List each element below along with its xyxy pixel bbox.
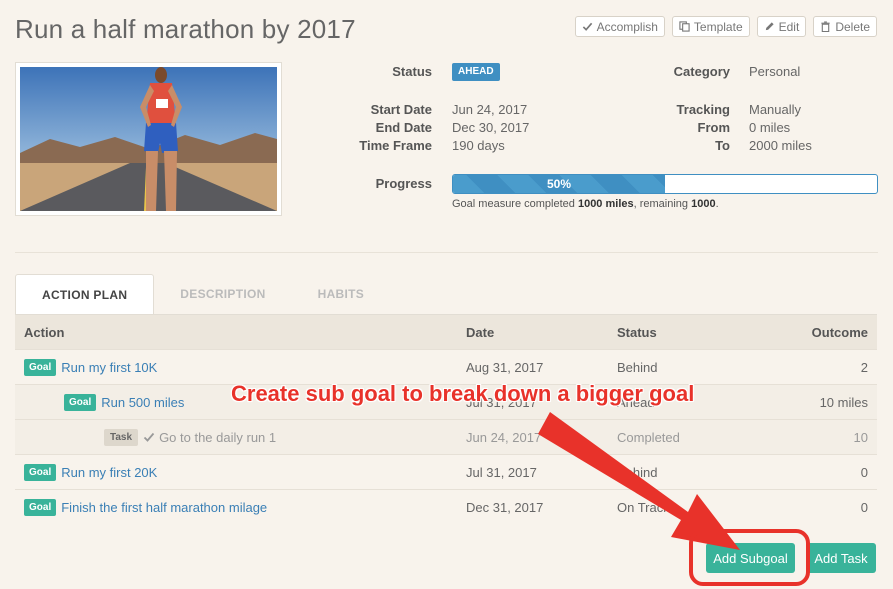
task-tag: Task	[104, 428, 139, 446]
accomplish-label: Accomplish	[596, 19, 658, 34]
goal-tag: Goal	[24, 463, 57, 481]
tab-habits[interactable]: HABITS	[292, 274, 390, 314]
progress-completed: 1000 miles	[577, 198, 634, 210]
table-row: Goal Run my first 20K Jul 31, 2017 Behin…	[15, 454, 877, 489]
to-value: 2000 miles	[749, 138, 812, 153]
goal-photo	[15, 62, 282, 216]
table-row: Goal Run my first 10K Aug 31, 2017 Behin…	[15, 349, 877, 384]
row-outcome: 10	[853, 429, 868, 445]
row-date: Dec 31, 2017	[466, 499, 544, 515]
tab-description[interactable]: DESCRIPTION	[154, 274, 291, 314]
action-plan-table: Action Date Status Outcome Goal Run my f…	[15, 314, 877, 524]
template-button[interactable]: Template	[671, 16, 750, 37]
category-label: Category	[673, 64, 730, 79]
runner-on-road-image	[20, 67, 277, 211]
progress-fill: 50%	[453, 175, 665, 193]
row-outcome: 0	[860, 499, 868, 515]
header-date[interactable]: Date	[466, 325, 617, 340]
row-date: Jul 31, 2017	[466, 464, 537, 480]
accomplish-button[interactable]: Accomplish	[574, 16, 665, 37]
goal-toolbar: Accomplish Template Edit Delete	[574, 16, 877, 37]
end-date-label: End Date	[375, 120, 432, 135]
table-row: Goal Finish the first half marathon mila…	[15, 489, 877, 524]
check-icon	[582, 22, 592, 31]
goal-tag: Goal	[64, 393, 97, 411]
template-label: Template	[693, 19, 743, 34]
goal-tag: Goal	[24, 358, 57, 376]
task-name[interactable]: Go to the daily run 1	[159, 430, 276, 445]
from-value: 0 miles	[749, 120, 791, 135]
row-status: Completed	[617, 429, 680, 445]
row-date: Aug 31, 2017	[466, 359, 544, 375]
progress-label: Progress	[375, 176, 432, 191]
goal-link[interactable]: Finish the first half marathon milage	[61, 500, 267, 515]
header-action[interactable]: Action	[15, 325, 466, 340]
subgoal-link[interactable]: Run 500 miles	[101, 395, 184, 410]
progress-note: Goal measure completed 1000 miles, remai…	[452, 198, 719, 210]
row-date: Jun 24, 2017	[466, 429, 542, 445]
start-date-value: Jun 24, 2017	[452, 102, 528, 117]
table-row: Task Go to the daily run 1 Jun 24, 2017 …	[15, 419, 877, 454]
time-frame-value: 190 days	[452, 138, 505, 153]
goal-link[interactable]: Run my first 10K	[61, 360, 157, 375]
pencil-icon	[765, 22, 774, 31]
tracking-label: Tracking	[676, 102, 730, 117]
section-divider	[15, 252, 878, 253]
row-outcome: 2	[860, 359, 868, 375]
row-outcome: 0	[860, 464, 868, 480]
goal-title: Run a half marathon by 2017	[15, 14, 356, 44]
table-header: Action Date Status Outcome	[15, 314, 877, 349]
goal-tabs: ACTION PLAN DESCRIPTION HABITS	[15, 274, 390, 314]
time-frame-label: Time Frame	[359, 138, 432, 153]
check-icon	[143, 432, 155, 442]
progress-note-middle: , remaining	[633, 198, 692, 210]
start-date-label: Start Date	[370, 102, 432, 117]
tab-action-plan[interactable]: ACTION PLAN	[15, 274, 155, 314]
row-status: Behind	[617, 464, 658, 480]
to-label: To	[715, 138, 730, 153]
edit-label: Edit	[778, 19, 800, 34]
row-status: On Track	[617, 499, 670, 515]
tracking-value: Manually	[749, 102, 802, 117]
status-label: Status	[392, 64, 432, 79]
template-icon	[679, 21, 690, 32]
status-badge: AHEAD	[452, 63, 500, 81]
goal-link[interactable]: Run my first 20K	[61, 465, 157, 480]
add-task-button[interactable]: Add Task	[806, 543, 876, 573]
callout-text: Create sub goal to break down a bigger g…	[231, 381, 695, 406]
header-status[interactable]: Status	[617, 325, 777, 340]
goal-tag: Goal	[24, 498, 57, 516]
progress-note-suffix: .	[715, 198, 719, 210]
end-date-value: Dec 30, 2017	[452, 120, 530, 135]
header-outcome[interactable]: Outcome	[777, 325, 877, 340]
progress-note-prefix: Goal measure completed	[452, 198, 578, 210]
progress-bar: 50%	[452, 174, 878, 194]
trash-icon	[821, 21, 830, 32]
delete-button[interactable]: Delete	[813, 16, 877, 37]
row-status: Behind	[617, 359, 658, 375]
progress-remaining: 1000	[691, 198, 716, 210]
category-value: Personal	[749, 64, 801, 79]
add-subgoal-button[interactable]: Add Subgoal	[706, 543, 795, 573]
edit-button[interactable]: Edit	[756, 16, 807, 37]
delete-label: Delete	[835, 19, 870, 34]
from-label: From	[697, 120, 731, 135]
row-outcome: 10 miles	[819, 394, 868, 410]
